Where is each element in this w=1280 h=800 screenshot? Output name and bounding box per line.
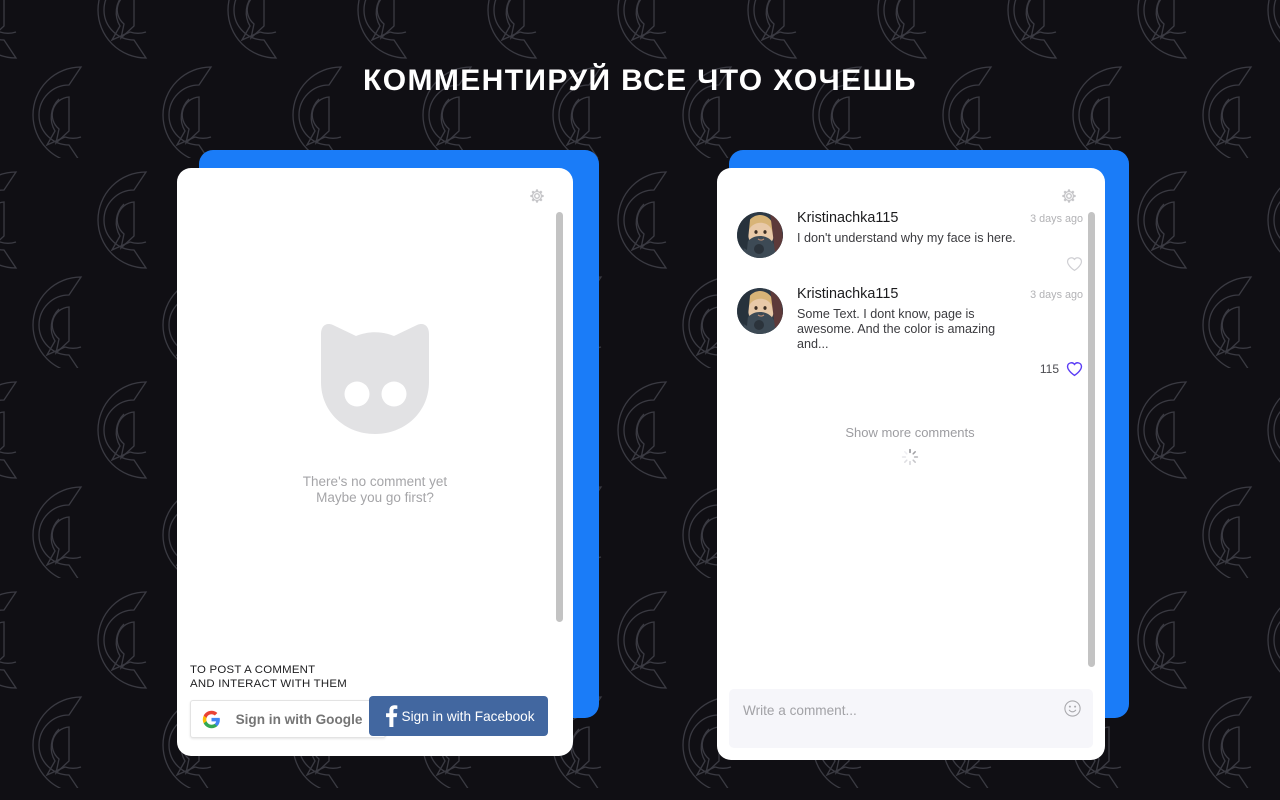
gear-icon[interactable] (527, 186, 547, 206)
auth-caption: TO POST A COMMENT AND INTERACT WITH THEM (190, 663, 562, 691)
comment-actions (797, 256, 1083, 272)
comment-author[interactable]: Kristinachka115 (797, 210, 898, 226)
like-count: 115 (1039, 362, 1059, 377)
comment-text: I don't understand why my face is here. (797, 231, 1016, 245)
sign-in-with-google-button[interactable]: Sign in with Google (190, 700, 386, 738)
comment-actions: 115 (797, 361, 1083, 377)
comment-header: Kristinachka115 3 days ago (797, 210, 1083, 226)
facebook-f-icon (385, 705, 398, 727)
comment-author[interactable]: Kristinachka115 (797, 286, 898, 302)
heart-icon[interactable] (1066, 256, 1083, 272)
google-g-icon (202, 710, 221, 729)
left-card-surface: There's no comment yet Maybe you go firs… (177, 168, 573, 756)
comment-input-placeholder: Write a comment... (743, 703, 857, 718)
comment-timestamp: 3 days ago (1030, 288, 1083, 301)
gear-icon[interactable] (1059, 186, 1079, 206)
sign-in-with-facebook-label: Sign in with Facebook (401, 708, 535, 724)
cat-face-icon (313, 320, 437, 438)
smiley-face-icon[interactable] (1064, 700, 1081, 717)
auth-footer: TO POST A COMMENT AND INTERACT WITH THEM… (190, 663, 562, 740)
auth-buttons: Sign in with Google Sign in with Faceboo… (190, 696, 562, 740)
comment-item: Kristinachka115 3 days ago I don't under… (737, 210, 1083, 272)
empty-state-text: There's no comment yet Maybe you go firs… (303, 474, 447, 506)
comment-text: Some Text. I dont know, page is awesome.… (797, 306, 996, 351)
empty-state-line-1: There's no comment yet (302, 474, 448, 490)
left-widget-card: There's no comment yet Maybe you go firs… (177, 150, 599, 760)
avatar[interactable] (737, 287, 783, 334)
auth-caption-line-2: AND INTERACT WITH THEM (190, 677, 347, 690)
comment-list: Kristinachka115 3 days ago I don't under… (717, 210, 1105, 466)
empty-state: There's no comment yet Maybe you go firs… (177, 168, 573, 668)
comment-header: Kristinachka115 3 days ago (797, 286, 1083, 302)
avatar[interactable] (737, 212, 783, 258)
loading-spinner-wrap (737, 448, 1083, 466)
empty-state-line-2: Maybe you go first? (316, 490, 434, 505)
comment-item: Kristinachka115 3 days ago Some Text. I … (737, 286, 1083, 378)
sign-in-with-google-label: Sign in with Google (235, 711, 363, 727)
right-widget-card: Kristinachka115 3 days ago I don't under… (717, 150, 1129, 760)
right-card-surface: Kristinachka115 3 days ago I don't under… (717, 168, 1105, 760)
comment-input[interactable]: Write a comment... (729, 689, 1093, 748)
show-more-comments-button[interactable]: Show more comments (737, 425, 1083, 440)
heart-icon[interactable] (1066, 361, 1083, 377)
spinner-icon (901, 448, 919, 466)
comment-timestamp: 3 days ago (1030, 213, 1083, 225)
auth-caption-line-1: TO POST A COMMENT (190, 663, 316, 676)
page-title: КОММЕНТИРУЙ ВСЕ ЧТО ХОЧЕШЬ (363, 64, 917, 97)
comment-body: Kristinachka115 3 days ago I don't under… (797, 210, 1083, 272)
sign-in-with-facebook-button[interactable]: Sign in with Facebook (369, 696, 548, 736)
comment-body: Kristinachka115 3 days ago Some Text. I … (797, 286, 1083, 378)
